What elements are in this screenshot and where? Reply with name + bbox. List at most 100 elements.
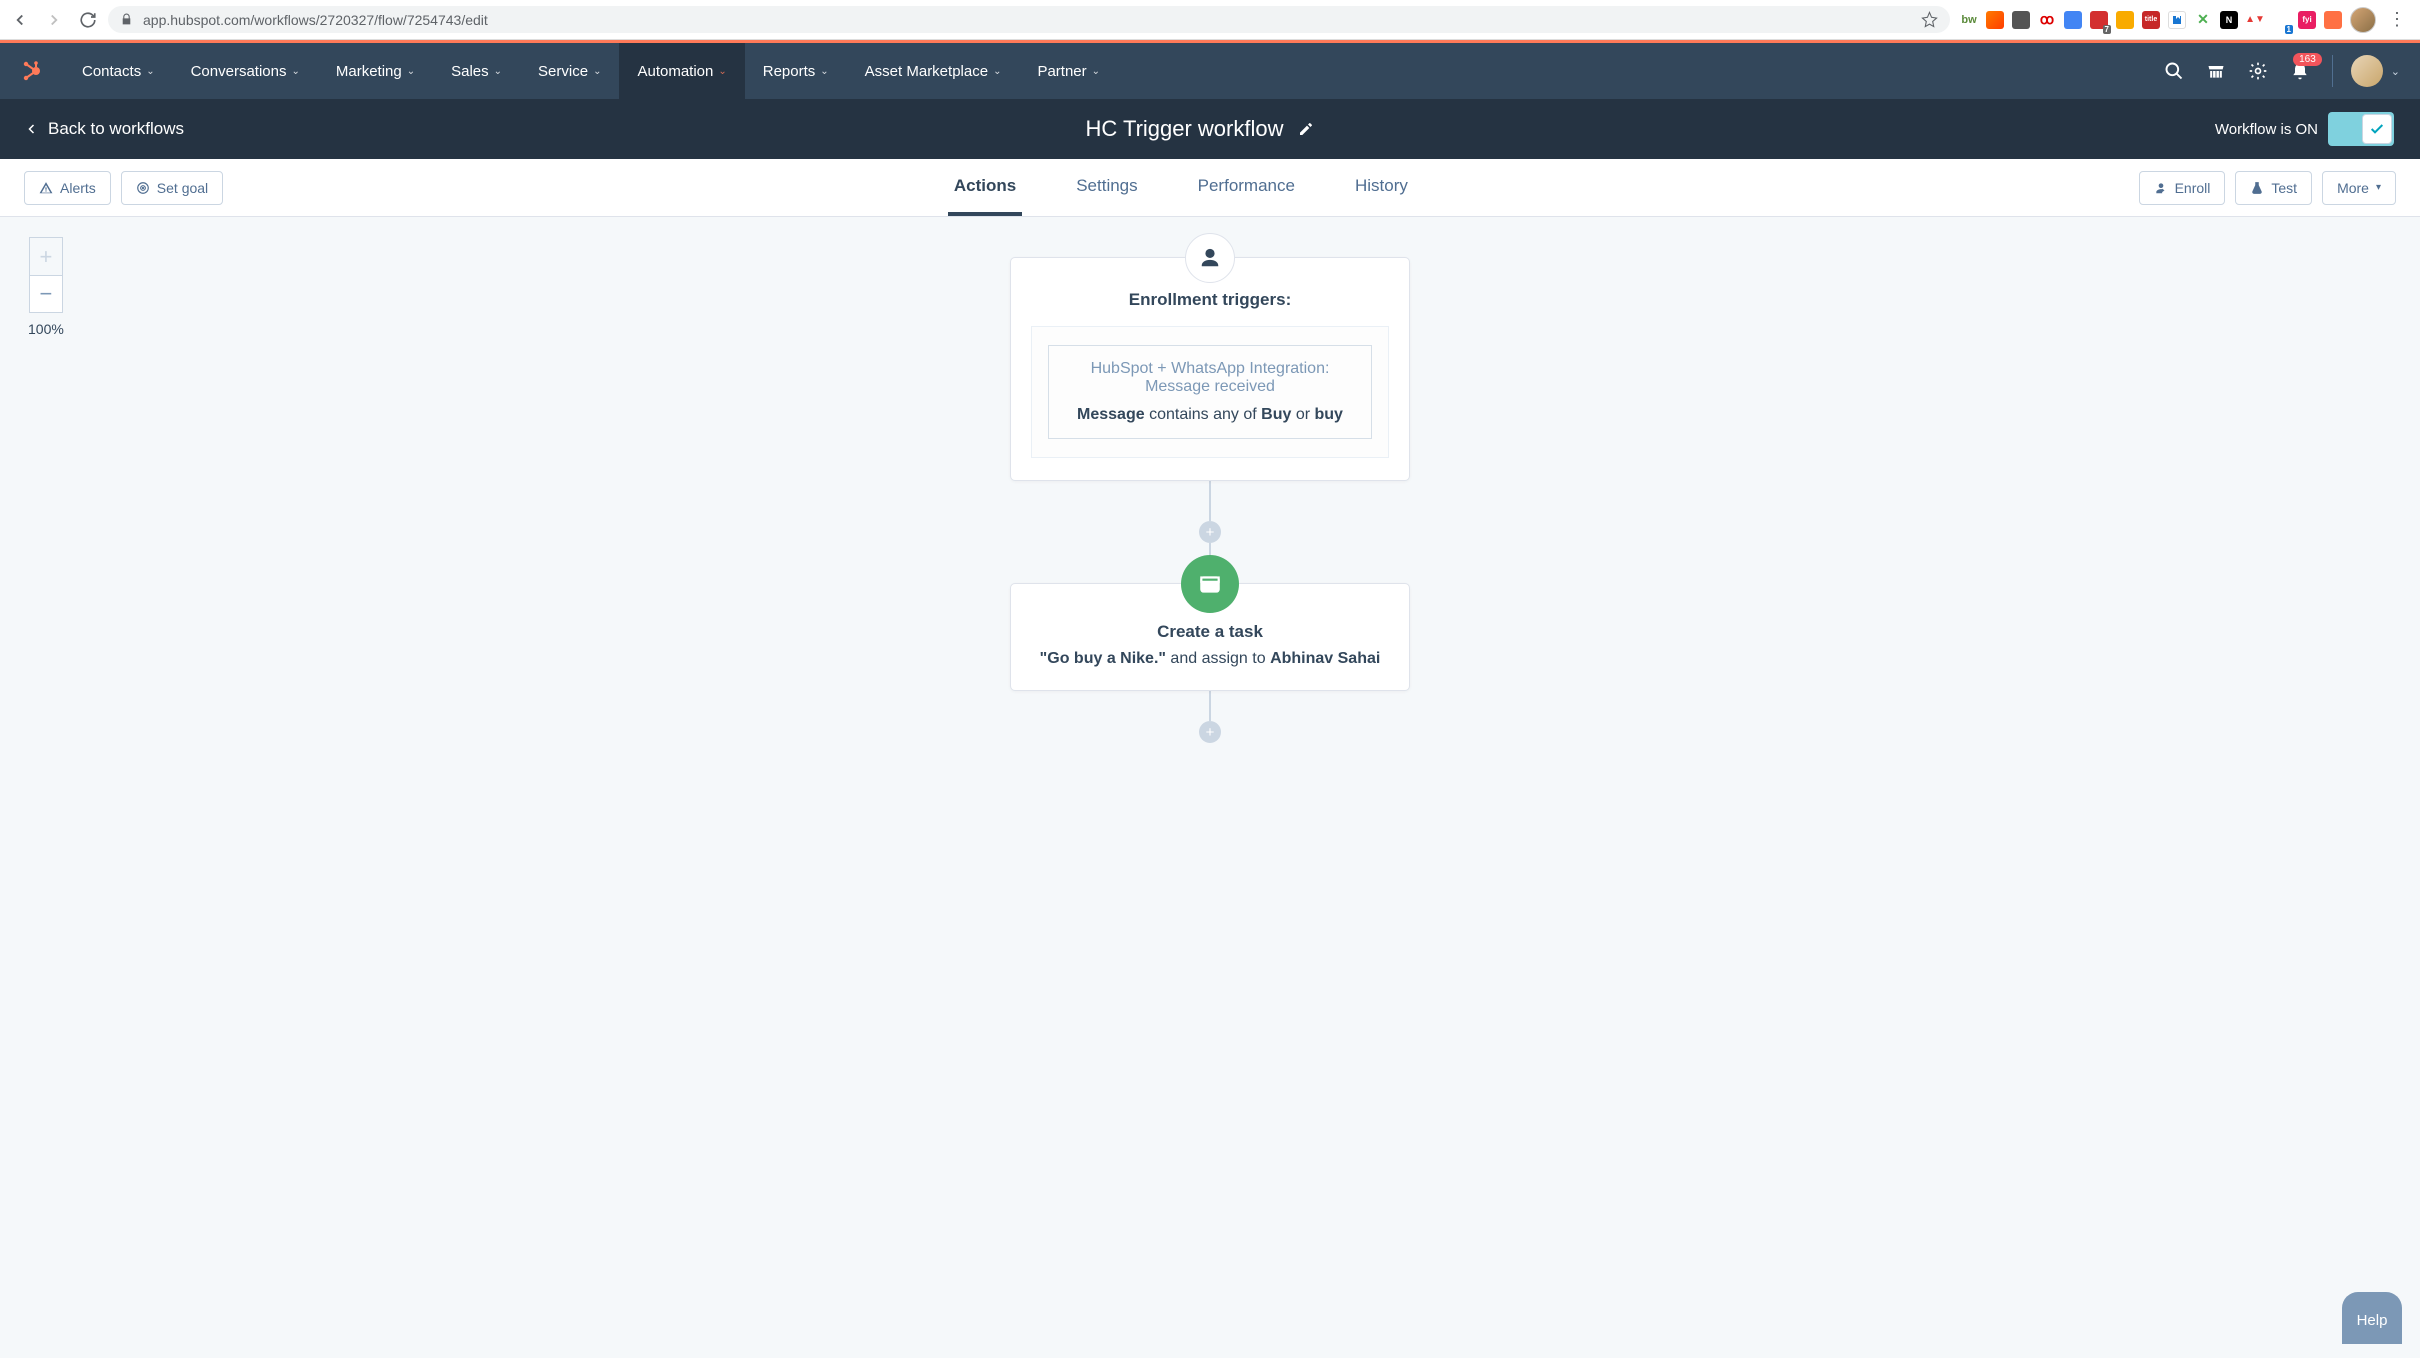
ext-icon[interactable] xyxy=(2324,11,2342,29)
tab-history[interactable]: History xyxy=(1349,159,1414,216)
workflow-header: Back to workflows HC Trigger workflow Wo… xyxy=(0,99,2420,159)
trigger-title: Enrollment triggers: xyxy=(1031,290,1389,310)
ext-icon[interactable] xyxy=(2012,11,2030,29)
action-title: Create a task xyxy=(1031,622,1389,642)
chevron-down-icon: ⌄ xyxy=(718,66,726,77)
browser-back-button[interactable] xyxy=(10,10,30,30)
nav-automation[interactable]: Automation⌄ xyxy=(619,43,744,99)
browser-reload-button[interactable] xyxy=(78,10,98,30)
lock-icon xyxy=(120,13,133,26)
help-button[interactable]: Help xyxy=(2342,1292,2402,1344)
chevron-down-icon: ⌄ xyxy=(820,66,828,77)
contact-icon xyxy=(1185,233,1235,283)
toolbar-left: Alerts Set goal xyxy=(24,171,223,205)
tab-settings[interactable]: Settings xyxy=(1070,159,1143,216)
trigger-source: HubSpot + WhatsApp Integration: Message … xyxy=(1061,360,1359,396)
ext-icon[interactable]: ꝏ xyxy=(2038,11,2056,29)
workflow-tabs: Actions Settings Performance History xyxy=(223,159,2138,216)
nav-sales[interactable]: Sales⌄ xyxy=(433,43,520,99)
zoom-controls: + − 100% xyxy=(28,237,64,337)
nav-contacts[interactable]: Contacts⌄ xyxy=(64,43,173,99)
zoom-out-button[interactable]: − xyxy=(29,275,63,313)
marketplace-icon[interactable] xyxy=(2206,61,2226,81)
browser-toolbar: app.hubspot.com/workflows/2720327/flow/7… xyxy=(0,0,2420,40)
chevron-down-icon: ⌄ xyxy=(1092,66,1100,77)
ext-icon[interactable] xyxy=(2116,11,2134,29)
workflow-toggle[interactable] xyxy=(2328,112,2394,146)
set-goal-button[interactable]: Set goal xyxy=(121,171,223,205)
browser-nav-buttons xyxy=(10,10,98,30)
ext-icon[interactable]: ✕ xyxy=(2194,11,2212,29)
chrome-menu-icon[interactable]: ⋮ xyxy=(2384,9,2410,30)
workflow-toggle-wrap: Workflow is ON xyxy=(2215,112,2394,146)
nav-partner[interactable]: Partner⌄ xyxy=(1019,43,1118,99)
ext-icon[interactable]: 1 xyxy=(2272,11,2290,29)
notifications-icon[interactable]: 163 xyxy=(2290,61,2310,81)
nav-right: 163 ⌄ xyxy=(2164,55,2400,87)
chevron-down-icon: ⌄ xyxy=(494,66,502,77)
add-action-button[interactable]: + xyxy=(1199,721,1221,743)
ext-icon[interactable]: title xyxy=(2142,11,2160,29)
more-button[interactable]: More ▾ xyxy=(2322,171,2396,205)
ext-icon[interactable]: 7 xyxy=(2090,11,2108,29)
settings-icon[interactable] xyxy=(2248,61,2268,81)
url-text: app.hubspot.com/workflows/2720327/flow/7… xyxy=(143,12,1911,28)
browser-url-bar[interactable]: app.hubspot.com/workflows/2720327/flow/7… xyxy=(108,6,1950,33)
chrome-profile-avatar[interactable] xyxy=(2350,7,2376,33)
hubspot-main-nav: Contacts⌄ Conversations⌄ Marketing⌄ Sale… xyxy=(0,43,2420,99)
ext-icon[interactable]: N xyxy=(2220,11,2238,29)
test-button[interactable]: Test xyxy=(2235,171,2312,205)
create-task-card[interactable]: Create a task "Go buy a Nike." and assig… xyxy=(1010,583,1410,691)
chevron-down-icon: ⌄ xyxy=(2391,65,2400,78)
workflow-canvas[interactable]: + − 100% Enrollment triggers: HubSpot + … xyxy=(0,217,2420,1358)
ext-icon[interactable]: fyi xyxy=(2298,11,2316,29)
toggle-knob xyxy=(2362,114,2392,144)
chevron-down-icon: ⌄ xyxy=(993,66,1001,77)
back-label: Back to workflows xyxy=(48,119,184,139)
ext-icon[interactable]: ▲▼ xyxy=(2246,11,2264,29)
chevron-down-icon: ⌄ xyxy=(291,66,299,77)
nav-service[interactable]: Service⌄ xyxy=(520,43,619,99)
workflow-title-wrap: HC Trigger workflow xyxy=(184,116,2215,142)
workflow-toolbar: Alerts Set goal Actions Settings Perform… xyxy=(0,159,2420,217)
workflow-toggle-label: Workflow is ON xyxy=(2215,121,2318,138)
alerts-button[interactable]: Alerts xyxy=(24,171,111,205)
browser-forward-button[interactable] xyxy=(44,10,64,30)
connector-line xyxy=(1209,481,1211,521)
extension-icons: bw ꝏ 7 title ✕ N ▲▼ 1 fyi ⋮ xyxy=(1960,7,2410,33)
account-menu[interactable]: ⌄ xyxy=(2332,55,2400,87)
trigger-condition: Message contains any of Buy or buy xyxy=(1061,406,1359,424)
search-icon[interactable] xyxy=(2164,61,2184,81)
ext-icon[interactable] xyxy=(2168,11,2186,29)
zoom-in-button[interactable]: + xyxy=(29,237,63,275)
chevron-down-icon: ▾ xyxy=(2376,182,2381,193)
workflow-title: HC Trigger workflow xyxy=(1085,116,1283,142)
chevron-down-icon: ⌄ xyxy=(146,66,154,77)
enroll-button[interactable]: Enroll xyxy=(2139,171,2226,205)
trigger-inner: HubSpot + WhatsApp Integration: Message … xyxy=(1031,326,1389,458)
ext-icon[interactable] xyxy=(1986,11,2004,29)
add-action-button[interactable]: + xyxy=(1199,521,1221,543)
nav-marketing[interactable]: Marketing⌄ xyxy=(318,43,433,99)
back-to-workflows-link[interactable]: Back to workflows xyxy=(26,119,184,139)
hubspot-logo-icon[interactable] xyxy=(20,58,46,84)
zoom-level: 100% xyxy=(28,321,64,337)
toolbar-right: Enroll Test More ▾ xyxy=(2139,171,2396,205)
trigger-condition-box[interactable]: HubSpot + WhatsApp Integration: Message … xyxy=(1048,345,1372,439)
notifications-badge: 163 xyxy=(2293,53,2322,66)
edit-icon[interactable] xyxy=(1298,121,1314,137)
chevron-down-icon: ⌄ xyxy=(407,66,415,77)
nav-asset-marketplace[interactable]: Asset Marketplace⌄ xyxy=(847,43,1020,99)
ext-icon[interactable]: bw xyxy=(1960,11,1978,29)
nav-conversations[interactable]: Conversations⌄ xyxy=(173,43,318,99)
tab-performance[interactable]: Performance xyxy=(1192,159,1301,216)
ext-icon[interactable] xyxy=(2064,11,2082,29)
task-icon xyxy=(1181,555,1239,613)
action-description: "Go buy a Nike." and assign to Abhinav S… xyxy=(1031,650,1389,668)
tab-actions[interactable]: Actions xyxy=(948,159,1022,216)
enrollment-trigger-card[interactable]: Enrollment triggers: HubSpot + WhatsApp … xyxy=(1010,257,1410,481)
star-icon[interactable] xyxy=(1921,11,1938,28)
user-avatar xyxy=(2351,55,2383,87)
nav-reports[interactable]: Reports⌄ xyxy=(745,43,847,99)
flow-container: Enrollment triggers: HubSpot + WhatsApp … xyxy=(0,217,2420,743)
